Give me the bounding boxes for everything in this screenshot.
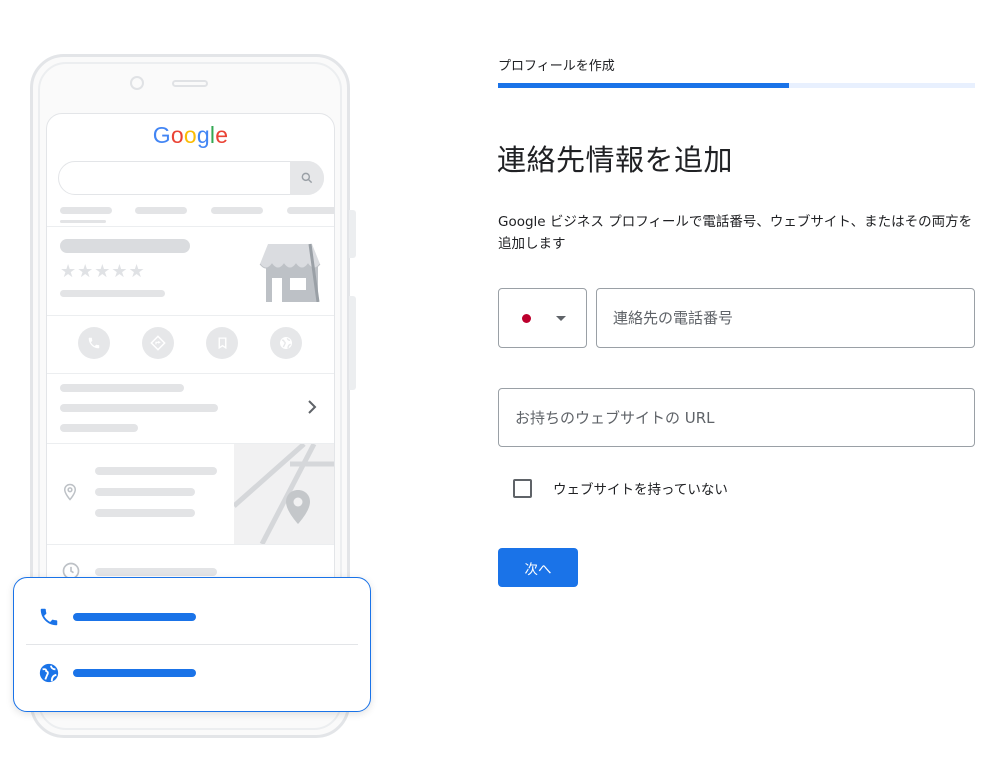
phone-side-button <box>349 210 356 258</box>
mock-text-line <box>95 467 217 475</box>
mock-search-bar <box>58 161 324 195</box>
website-url-input[interactable] <box>515 408 974 427</box>
bookmark-icon <box>206 327 238 359</box>
logo-letter: g <box>196 122 210 148</box>
mock-tab <box>135 207 187 214</box>
step-label: プロフィールを作成 <box>498 59 615 74</box>
no-website-label: ウェブサイトを持っていない <box>553 482 728 498</box>
map-pin-icon <box>286 490 310 524</box>
progress-bar <box>498 83 975 88</box>
mock-tab-indicator <box>60 220 106 223</box>
logo-letter: o <box>183 122 197 148</box>
rating-stars: ★★★★★ <box>60 261 146 282</box>
phone-camera <box>130 76 144 90</box>
phone-speaker <box>172 80 208 87</box>
contact-info-card <box>13 577 371 712</box>
mock-text-line <box>60 384 184 392</box>
phone-side-button <box>349 296 356 390</box>
globe-icon <box>39 663 59 683</box>
no-website-checkbox[interactable] <box>513 478 532 498</box>
caret-down-icon <box>556 316 566 321</box>
website-url-field[interactable] <box>498 388 975 447</box>
divider <box>47 373 334 374</box>
next-button[interactable]: 次へ <box>498 548 578 587</box>
google-logo: Google <box>47 122 334 149</box>
phone-icon <box>40 608 58 626</box>
progress-fill <box>498 83 789 88</box>
mock-map <box>234 444 334 544</box>
mock-tab <box>211 207 263 214</box>
country-code-select[interactable] <box>498 288 587 348</box>
mock-tab <box>60 207 112 214</box>
phone-screen: Google ★★★★★ <box>46 113 335 583</box>
mock-website-line <box>73 669 196 677</box>
mock-tab <box>287 207 334 214</box>
divider <box>47 315 334 316</box>
divider <box>26 644 358 645</box>
directions-icon <box>142 327 174 359</box>
mock-business-name <box>60 239 190 253</box>
page-title: 連絡先情報を追加 <box>497 143 734 177</box>
mock-text-line <box>95 568 217 576</box>
japan-flag-icon <box>522 314 531 323</box>
logo-letter: G <box>152 122 171 148</box>
divider <box>47 226 334 227</box>
phone-number-field[interactable] <box>596 288 975 348</box>
logo-letter: e <box>215 122 229 148</box>
mock-text-line <box>60 424 138 432</box>
mock-text-line <box>60 404 218 412</box>
no-website-option[interactable]: ウェブサイトを持っていない <box>513 478 728 498</box>
mock-phone-line <box>73 613 196 621</box>
store-icon <box>259 243 321 302</box>
location-pin-icon <box>63 483 77 501</box>
globe-icon <box>270 327 302 359</box>
mock-text-line <box>95 509 195 517</box>
phone-illustration: Google ★★★★★ <box>0 0 400 767</box>
phone-number-input[interactable] <box>613 309 974 327</box>
phone-icon <box>78 327 110 359</box>
logo-letter: o <box>170 122 184 148</box>
page-description: Google ビジネス プロフィールで電話番号、ウェブサイト、またはその両方を追… <box>498 214 973 252</box>
mock-category <box>60 290 165 297</box>
chevron-right-icon <box>308 400 317 414</box>
divider <box>47 544 334 545</box>
search-icon <box>290 161 324 195</box>
mock-text-line <box>95 488 195 496</box>
